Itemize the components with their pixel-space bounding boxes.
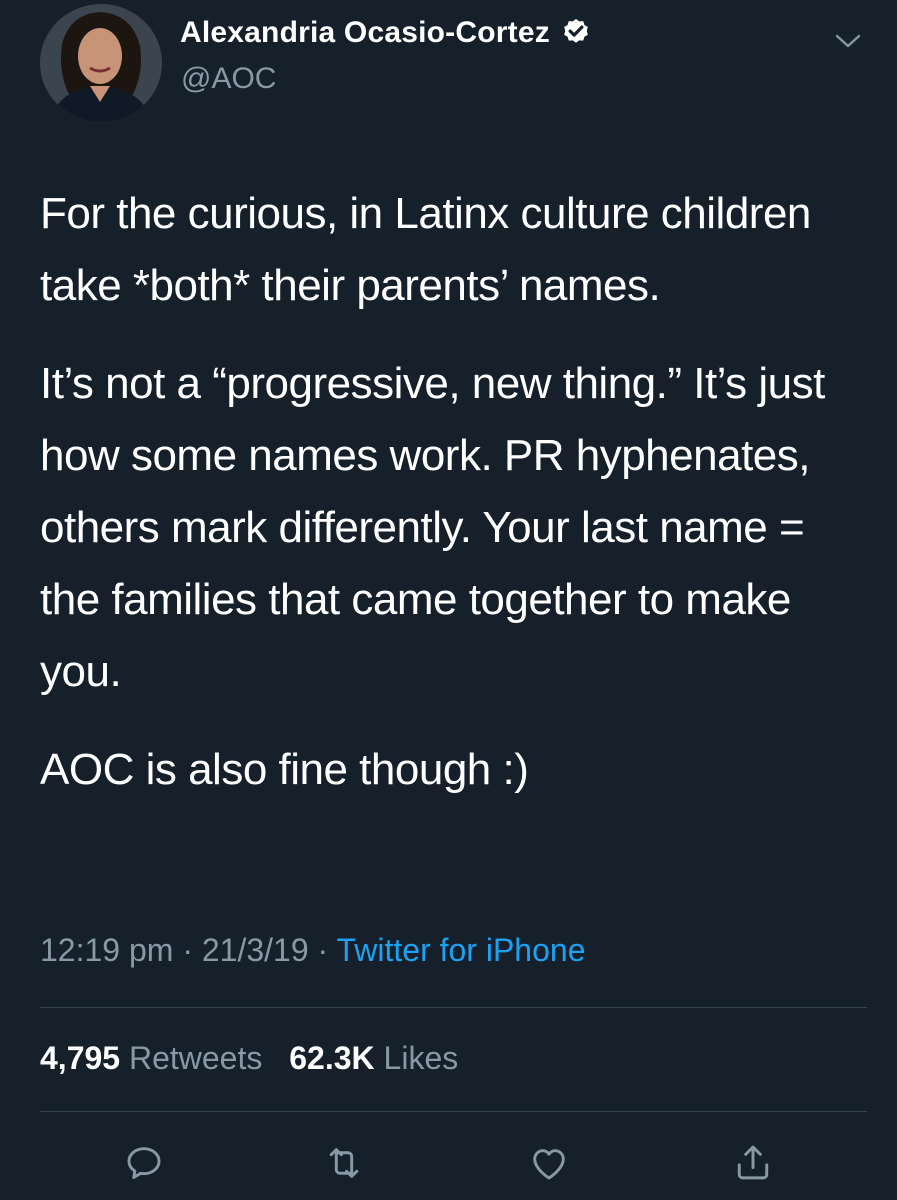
retweet-icon — [329, 1148, 359, 1178]
tweet-time[interactable]: 12:19 pm — [40, 932, 173, 968]
retweets-label[interactable]: Retweets — [129, 1040, 262, 1076]
reply-button[interactable] — [118, 1140, 170, 1186]
tweet-metadata: 12:19 pm · 21/3/19 · Twitter for iPhone — [40, 932, 585, 969]
like-button[interactable] — [523, 1140, 575, 1186]
meta-separator: · — [317, 932, 329, 968]
verified-badge-icon — [564, 19, 588, 43]
tweet-paragraph: It’s not a “progressive, new thing.” It’… — [40, 359, 825, 696]
tweet-source-link[interactable]: Twitter for iPhone — [336, 932, 585, 968]
tweet-detail: Alexandria Ocasio-Cortez @AOC For the cu… — [0, 0, 897, 1200]
tweet-paragraph: For the curious, in Latinx culture child… — [40, 189, 811, 310]
share-icon — [737, 1145, 769, 1180]
retweets-count[interactable]: 4,795 — [40, 1040, 120, 1076]
likes-count[interactable]: 62.3K — [289, 1040, 374, 1076]
share-button[interactable] — [727, 1140, 779, 1186]
divider — [40, 1111, 867, 1112]
author-name-row[interactable]: Alexandria Ocasio-Cortez — [180, 16, 592, 50]
like-icon — [533, 1149, 565, 1180]
avatar-image — [40, 4, 162, 122]
chevron-down-icon[interactable] — [831, 28, 865, 54]
retweet-button[interactable] — [318, 1140, 370, 1186]
author-display-name[interactable]: Alexandria Ocasio-Cortez — [180, 16, 550, 50]
tweet-text: For the curious, in Latinx culture child… — [40, 178, 870, 806]
reply-icon — [127, 1147, 161, 1179]
likes-label[interactable]: Likes — [384, 1040, 459, 1076]
author-handle[interactable]: @AOC — [181, 62, 276, 96]
meta-separator: · — [182, 932, 193, 968]
engagement-stats: 4,795 Retweets 62.3K Likes — [40, 1040, 458, 1077]
tweet-paragraph: AOC is also fine though :) — [40, 745, 529, 794]
tweet-date[interactable]: 21/3/19 — [202, 932, 309, 968]
avatar[interactable] — [40, 4, 162, 122]
divider — [40, 1007, 867, 1008]
